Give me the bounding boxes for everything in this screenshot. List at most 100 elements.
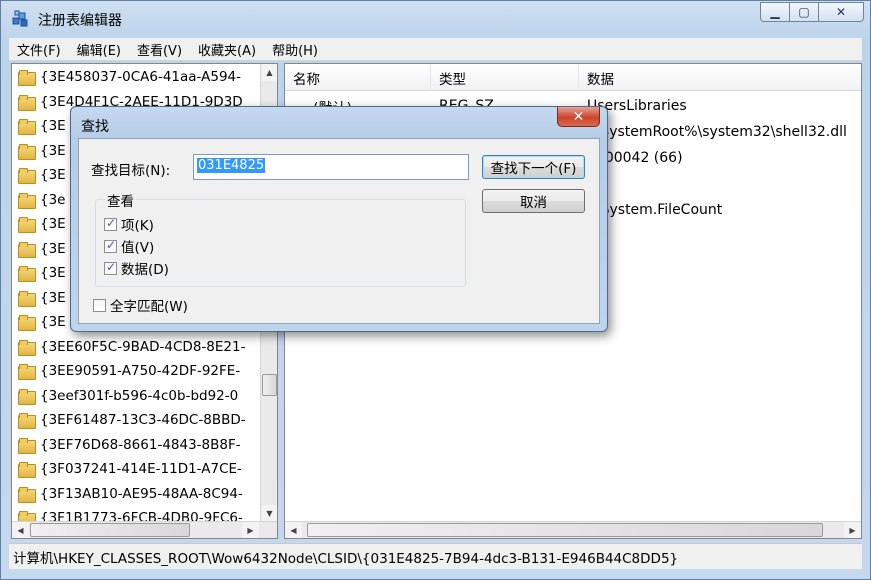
scroll-thumb[interactable]	[30, 523, 190, 537]
cancel-button[interactable]: 取消	[482, 189, 585, 213]
folder-icon	[18, 364, 36, 380]
match-whole-label: 全字匹配(W)	[110, 299, 188, 315]
keys-checkbox[interactable]: 项(K)	[104, 214, 154, 234]
tree-item[interactable]: {3EE60F5C-9BAD-4CD8-8E21-	[18, 335, 245, 359]
tree-item-label: {3EF61487-13C3-46DC-8BBD-	[40, 412, 246, 428]
tree-item-label: {3EE90591-A750-42DF-92FE-	[40, 363, 241, 379]
tree-item-label: {3EE60F5C-9BAD-4CD8-8E21-	[40, 338, 246, 355]
folder-icon	[18, 94, 36, 111]
folder-icon	[18, 143, 36, 160]
menu-view[interactable]: 查看(V)	[129, 40, 190, 59]
close-icon: ✕	[572, 108, 585, 125]
scroll-right-arrow[interactable]: ▶	[844, 522, 861, 538]
scroll-left-arrow[interactable]: ◀	[285, 522, 302, 538]
find-target-input[interactable]: 031E4825	[193, 154, 469, 180]
tree-item-label: {3E	[40, 240, 66, 257]
tree-item[interactable]: {3E	[18, 139, 66, 163]
tree-item[interactable]: {3E	[18, 114, 66, 138]
column-header-name[interactable]: 名称	[285, 64, 431, 91]
scroll-up-arrow[interactable]: ▲	[261, 64, 277, 81]
find-target-label: 查找目标(N):	[91, 163, 171, 179]
dialog-title: 查找	[81, 119, 109, 135]
title-bar[interactable]: 注册表编辑器 ▁ ▢ ✕	[1, 1, 870, 35]
menu-edit[interactable]: 编辑(E)	[69, 40, 129, 59]
checkbox-box[interactable]	[104, 238, 117, 253]
match-whole-checkbox[interactable]: 全字匹配(W)	[93, 295, 188, 315]
find-dialog: 查找 ✕ 查找目标(N): 031E4825 查找下一个(F) 取消 查看 项(…	[70, 106, 608, 332]
tree-item[interactable]: {3e	[18, 188, 65, 212]
tree-item-label: {3F037241-414E-11D1-A7CE-	[40, 461, 242, 477]
tree-item[interactable]: {3EF61487-13C3-46DC-8BBD-	[18, 408, 246, 432]
tree-item[interactable]: {3F13AB10-AE95-48AA-8C94-	[18, 482, 243, 506]
checkbox-box[interactable]	[104, 260, 117, 275]
folder-icon	[18, 119, 36, 135]
regedit-icon	[12, 10, 28, 27]
tree-item-label: {3E	[40, 216, 66, 232]
maximize-icon: ▢	[798, 5, 810, 19]
folder-icon	[18, 241, 36, 258]
scroll-down-arrow[interactable]: ▼	[261, 505, 277, 522]
folder-icon	[18, 486, 36, 503]
minimize-button[interactable]: ▁	[760, 2, 790, 22]
menu-file[interactable]: 文件(F)	[9, 40, 69, 59]
column-header-data[interactable]: 数据	[579, 64, 861, 91]
tree-item[interactable]: {3EE90591-A750-42DF-92FE-	[18, 359, 240, 383]
data-checkbox[interactable]: 数据(D)	[104, 258, 169, 278]
list-horizontal-scrollbar[interactable]: ◀ ▶	[285, 521, 861, 538]
status-path: 计算机\HKEY_CLASSES_ROOT\Wow6432Node\CLSID\…	[13, 550, 679, 567]
scroll-right-arrow[interactable]: ▶	[242, 522, 259, 538]
column-header-type[interactable]: 类型	[431, 64, 579, 91]
close-button[interactable]: ✕	[818, 2, 864, 22]
folder-icon	[18, 339, 36, 356]
tree-item[interactable]: {3E458037-0CA6-41aa-A594-	[18, 65, 241, 89]
look-at-group: 查看 项(K) 值(V) 数据(D)	[95, 190, 466, 287]
tree-item-label: {3E	[40, 314, 66, 330]
dialog-close-button[interactable]: ✕	[557, 107, 600, 127]
look-at-label: 查看	[105, 190, 136, 210]
scroll-thumb[interactable]	[262, 374, 277, 396]
maximize-button[interactable]: ▢	[789, 2, 819, 22]
tree-item[interactable]: {3E	[18, 261, 66, 285]
tree-item-label: {3E	[40, 265, 66, 281]
scroll-left-arrow[interactable]: ◀	[12, 522, 29, 538]
dialog-body: 查找目标(N): 031E4825 查找下一个(F) 取消 查看 项(K) 值(…	[78, 138, 600, 324]
list-header: 名称 类型 数据	[285, 64, 861, 91]
minimize-icon: ▁	[770, 5, 780, 19]
values-checkbox[interactable]: 值(V)	[104, 236, 154, 256]
tree-item-label: {3E	[40, 142, 66, 159]
find-target-value: 031E4825	[197, 158, 266, 173]
checkbox-box[interactable]	[104, 216, 117, 231]
tree-item-label: {3E	[40, 289, 66, 306]
menu-help[interactable]: 帮助(H)	[264, 40, 326, 59]
tree-item[interactable]: {3F037241-414E-11D1-A7CE-	[18, 457, 242, 481]
tree-item[interactable]: {3E	[18, 237, 66, 261]
folder-icon	[18, 413, 36, 429]
tree-item-label: {3EF76D68-8661-4843-8B8F-	[40, 436, 241, 453]
folder-icon	[18, 290, 36, 307]
tree-item[interactable]: {3E	[18, 310, 66, 334]
tree-item-label: {3E	[40, 118, 66, 134]
folder-icon	[18, 388, 36, 405]
menu-favorites[interactable]: 收藏夹(A)	[190, 40, 264, 59]
folder-icon	[18, 437, 36, 454]
tree-item-label: {3e	[40, 191, 66, 208]
window-title: 注册表编辑器	[38, 13, 122, 29]
folder-icon	[18, 192, 36, 209]
data-label: 数据(D)	[121, 262, 169, 278]
status-bar: 计算机\HKEY_CLASSES_ROOT\Wow6432Node\CLSID\…	[9, 543, 862, 569]
scroll-thumb[interactable]	[307, 523, 823, 537]
checkbox-box[interactable]	[93, 298, 106, 312]
folder-icon	[18, 217, 36, 233]
tree-item-label: {3eef301f-b596-4c0b-bd92-0	[40, 387, 239, 404]
folder-icon	[18, 315, 36, 331]
tree-item[interactable]: {3E	[18, 286, 66, 310]
tree-horizontal-scrollbar[interactable]: ◀ ▶	[12, 521, 277, 538]
tree-item[interactable]: {3E	[18, 212, 66, 236]
folder-icon	[18, 266, 36, 282]
find-next-button[interactable]: 查找下一个(F)	[482, 155, 585, 179]
tree-item[interactable]: {3eef301f-b596-4c0b-bd92-0	[18, 384, 238, 408]
tree-item[interactable]: {3EF76D68-8661-4843-8B8F-	[18, 433, 241, 457]
folder-icon	[18, 70, 36, 86]
tree-item[interactable]: {3E	[18, 163, 66, 187]
menu-bar: 文件(F) 编辑(E) 查看(V) 收藏夹(A) 帮助(H)	[9, 38, 862, 61]
